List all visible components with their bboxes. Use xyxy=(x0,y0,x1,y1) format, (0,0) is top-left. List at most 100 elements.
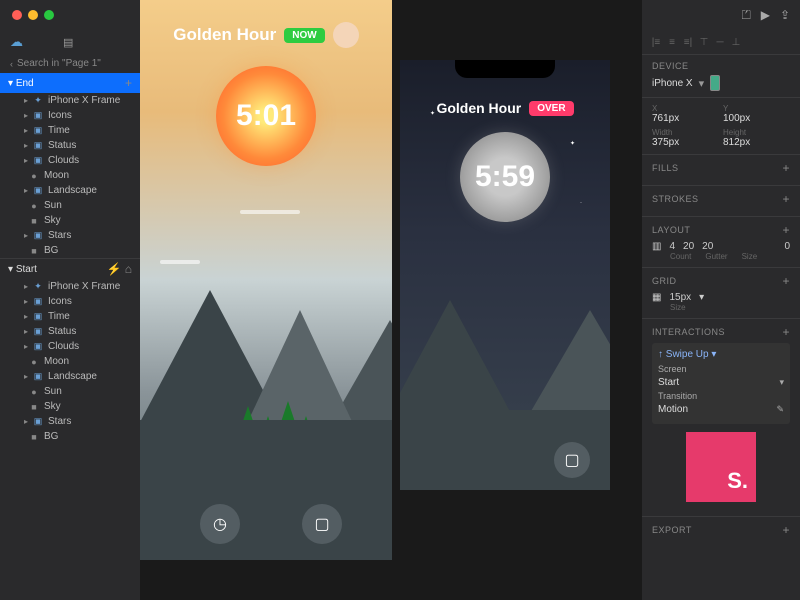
star-icon: · xyxy=(580,200,582,206)
grid-icon: ▦ xyxy=(652,292,661,303)
golden-hour-label: Golden Hour xyxy=(436,100,521,116)
golden-hour-label: Golden Hour xyxy=(173,25,276,45)
layers-icon[interactable]: ▤ xyxy=(63,36,73,49)
status-badge: OVER xyxy=(529,101,573,116)
search-input[interactable]: Search in "Page 1" xyxy=(17,58,101,69)
cloud-icon xyxy=(240,210,300,214)
avatar[interactable] xyxy=(333,22,359,48)
artboard-night[interactable]: ✦ ✦ · Golden Hour OVER 5:59 ▢ xyxy=(400,60,610,490)
ground xyxy=(140,420,392,560)
layer-item[interactable]: ▸▣Landscape xyxy=(0,183,140,198)
layer-item[interactable]: ▸▣Icons xyxy=(0,294,140,309)
swipe-up-icon: ↑ xyxy=(658,349,663,360)
play-icon[interactable]: ▶ xyxy=(761,8,770,23)
artboard-day[interactable]: Golden Hour NOW 5:01 ◷ ▢ xyxy=(140,0,392,560)
export-icon[interactable]: ⏍ xyxy=(742,8,751,23)
add-layout-button[interactable]: + xyxy=(782,223,790,237)
canvas[interactable]: Golden Hour NOW 5:01 ◷ ▢ ✦ ✦ · Golden Ho… xyxy=(140,0,642,600)
clock-button[interactable]: ◷ xyxy=(200,504,240,544)
fills-header: FILLS xyxy=(652,163,679,173)
strokes-header: STROKES xyxy=(652,194,699,204)
layer-item[interactable]: ▸▣Time xyxy=(0,123,140,138)
cloud-icon xyxy=(160,260,200,264)
phone-icon xyxy=(710,75,720,91)
add-interaction-button[interactable]: + xyxy=(782,325,790,339)
layer-item[interactable]: ▸✦iPhone X Frame xyxy=(0,93,140,108)
share-icon[interactable]: ⇪ xyxy=(780,8,790,23)
layer-group-end[interactable]: ▾ End+ xyxy=(0,73,140,93)
moon-icon: 5:59 xyxy=(460,132,550,222)
layer-item[interactable]: ■Sky xyxy=(0,213,140,228)
layer-item[interactable]: ▸▣Icons xyxy=(0,108,140,123)
camera-button[interactable]: ▢ xyxy=(554,442,590,478)
layer-item[interactable]: ▸▣Clouds xyxy=(0,339,140,354)
align-toolbar: |≡ ≡ ≡| ⊤ ─ ⊥ xyxy=(642,31,800,54)
maximize-window-button[interactable] xyxy=(44,10,54,20)
sidebar-top: ☁ ▤ xyxy=(0,30,140,54)
layout-icon: ▥ xyxy=(652,241,661,252)
time-display: 5:59 xyxy=(475,160,535,194)
phone-notch xyxy=(455,60,555,78)
device-select[interactable]: iPhone X▾ xyxy=(652,75,790,91)
brand-logo: S. xyxy=(686,432,756,502)
device-label: Device xyxy=(652,61,689,71)
canvas-toolbar: ⏍ ▶ ⇪ xyxy=(642,0,800,31)
layer-item[interactable]: ▸▣Landscape xyxy=(0,369,140,384)
layer-item[interactable]: ▸✦iPhone X Frame xyxy=(0,279,140,294)
align-bottom-icon[interactable]: ⊥ xyxy=(730,37,742,48)
transition-select[interactable]: Motion xyxy=(658,404,688,415)
export-header: EXPORT xyxy=(652,525,692,535)
layer-item[interactable]: ■BG xyxy=(0,429,140,444)
chevron-left-icon: ‹ xyxy=(10,59,13,69)
grid-header: GRID xyxy=(652,276,677,286)
layer-item[interactable]: ▸▣Status xyxy=(0,138,140,153)
edit-icon[interactable]: ✎ xyxy=(776,404,784,415)
window-controls xyxy=(0,0,140,30)
add-stroke-button[interactable]: + xyxy=(782,192,790,206)
layout-cols-input[interactable]: 4 xyxy=(669,241,675,252)
layout-margin-input[interactable]: 20 xyxy=(702,241,713,252)
layer-item[interactable]: ▸▣Stars xyxy=(0,228,140,243)
add-grid-button[interactable]: + xyxy=(782,274,790,288)
status-badge: NOW xyxy=(284,28,324,43)
screen-select[interactable]: Start xyxy=(658,377,679,388)
layer-item[interactable]: ▸▣Clouds xyxy=(0,153,140,168)
align-middle-icon[interactable]: ─ xyxy=(714,37,726,48)
layer-item[interactable]: ●Sun xyxy=(0,384,140,399)
inspector-panel: ⏍ ▶ ⇪ |≡ ≡ ≡| ⊤ ─ ⊥ Device iPhone X▾ X76… xyxy=(642,0,800,600)
layout-gutter-input[interactable]: 20 xyxy=(683,241,694,252)
align-top-icon[interactable]: ⊤ xyxy=(698,37,710,48)
align-right-icon[interactable]: ≡| xyxy=(682,37,694,48)
align-left-icon[interactable]: |≡ xyxy=(650,37,662,48)
cloud-icon[interactable]: ☁ xyxy=(10,34,23,50)
layers-tree: ▾ End+ ▸✦iPhone X Frame ▸▣Icons ▸▣Time ▸… xyxy=(0,73,140,600)
time-display: 5:01 xyxy=(236,99,296,133)
layer-group-start[interactable]: ▾ Start⚡ ⌂ xyxy=(0,258,140,279)
layer-item[interactable]: ■BG xyxy=(0,243,140,258)
grid-size-input[interactable]: 15px xyxy=(669,292,691,303)
minimize-window-button[interactable] xyxy=(28,10,38,20)
interactions-header: INTERACTIONS xyxy=(652,327,725,337)
layer-item[interactable]: ▸▣Stars xyxy=(0,414,140,429)
layer-item[interactable]: ●Sun xyxy=(0,198,140,213)
layer-item[interactable]: ●Moon xyxy=(0,168,140,183)
layer-item[interactable]: ▸▣Time xyxy=(0,309,140,324)
layout-header: LAYOUT xyxy=(652,225,690,235)
layer-item[interactable]: ●Moon xyxy=(0,354,140,369)
x-input[interactable]: 761px xyxy=(652,113,719,124)
height-input[interactable]: 812px xyxy=(723,137,790,148)
sun-icon: 5:01 xyxy=(216,66,316,166)
layers-sidebar: ☁ ▤ ‹ Search in "Page 1" ▾ End+ ▸✦iPhone… xyxy=(0,0,140,600)
search-row[interactable]: ‹ Search in "Page 1" xyxy=(0,54,140,73)
layer-item[interactable]: ■Sky xyxy=(0,399,140,414)
y-input[interactable]: 100px xyxy=(723,113,790,124)
layer-item[interactable]: ▸▣Status xyxy=(0,324,140,339)
interaction-card[interactable]: ↑ Swipe Up ▾ Screen Start▾ Transition Mo… xyxy=(652,343,790,424)
close-window-button[interactable] xyxy=(12,10,22,20)
add-fill-button[interactable]: + xyxy=(782,161,790,175)
align-center-icon[interactable]: ≡ xyxy=(666,37,678,48)
camera-button[interactable]: ▢ xyxy=(302,504,342,544)
star-icon: ✦ xyxy=(430,110,435,117)
add-export-button[interactable]: + xyxy=(782,523,790,537)
width-input[interactable]: 375px xyxy=(652,137,719,148)
